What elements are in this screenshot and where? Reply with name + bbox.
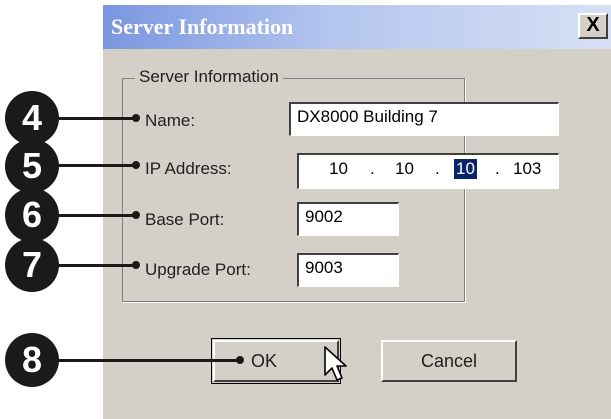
callout-8-leader bbox=[54, 359, 240, 362]
ip-dot-1: . bbox=[370, 159, 375, 178]
close-button[interactable]: X bbox=[578, 13, 608, 39]
callout-badge-5: 5 bbox=[5, 139, 59, 193]
server-information-dialog: Server Information X Server Information … bbox=[101, 3, 611, 419]
callout-4-dot bbox=[132, 114, 140, 122]
ip-octet-4[interactable]: 103 bbox=[513, 159, 541, 179]
callout-6-dot bbox=[132, 211, 140, 219]
name-label: Name: bbox=[145, 111, 196, 130]
title-bar[interactable]: Server Information X bbox=[103, 5, 611, 49]
upgrade-port-input[interactable]: 9003 bbox=[297, 253, 399, 287]
name-input[interactable]: DX8000 Building 7 bbox=[289, 102, 559, 136]
callout-4-leader bbox=[54, 117, 136, 120]
ip-address-label: IP Address: bbox=[145, 159, 232, 178]
callout-badge-8: 8 bbox=[5, 333, 59, 387]
callout-7-leader bbox=[54, 264, 136, 267]
close-icon: X bbox=[586, 14, 600, 36]
ip-octet-3-selected[interactable]: 10 bbox=[454, 159, 477, 179]
callout-8-dot bbox=[236, 356, 244, 364]
dialog-title: Server Information bbox=[111, 14, 294, 39]
ip-octet-2[interactable]: 10 bbox=[395, 159, 414, 179]
callout-badge-4: 4 bbox=[5, 91, 59, 145]
mouse-cursor-icon bbox=[324, 346, 347, 381]
cancel-button-label: Cancel bbox=[420, 351, 478, 371]
callout-badge-6: 6 bbox=[5, 188, 59, 242]
upgrade-port-label: Upgrade Port: bbox=[145, 260, 251, 279]
ip-dot-2: . bbox=[435, 159, 440, 178]
callout-5-dot bbox=[132, 161, 140, 169]
base-port-input[interactable]: 9002 bbox=[297, 202, 399, 236]
callout-7-dot bbox=[132, 261, 140, 269]
callout-6-leader bbox=[54, 214, 136, 217]
ip-octet-1[interactable]: 10 bbox=[329, 159, 348, 179]
base-port-label: Base Port: bbox=[145, 210, 225, 229]
callout-5-leader bbox=[54, 164, 136, 167]
ok-button-label: OK bbox=[250, 351, 277, 371]
callout-badge-7: 7 bbox=[5, 238, 59, 292]
group-legend: Server Information bbox=[135, 67, 283, 87]
ip-dot-3: . bbox=[495, 159, 500, 178]
ip-address-input[interactable]: 10 . 10 . 10 . 103 bbox=[297, 153, 559, 189]
cancel-button[interactable]: Cancel bbox=[381, 340, 517, 382]
